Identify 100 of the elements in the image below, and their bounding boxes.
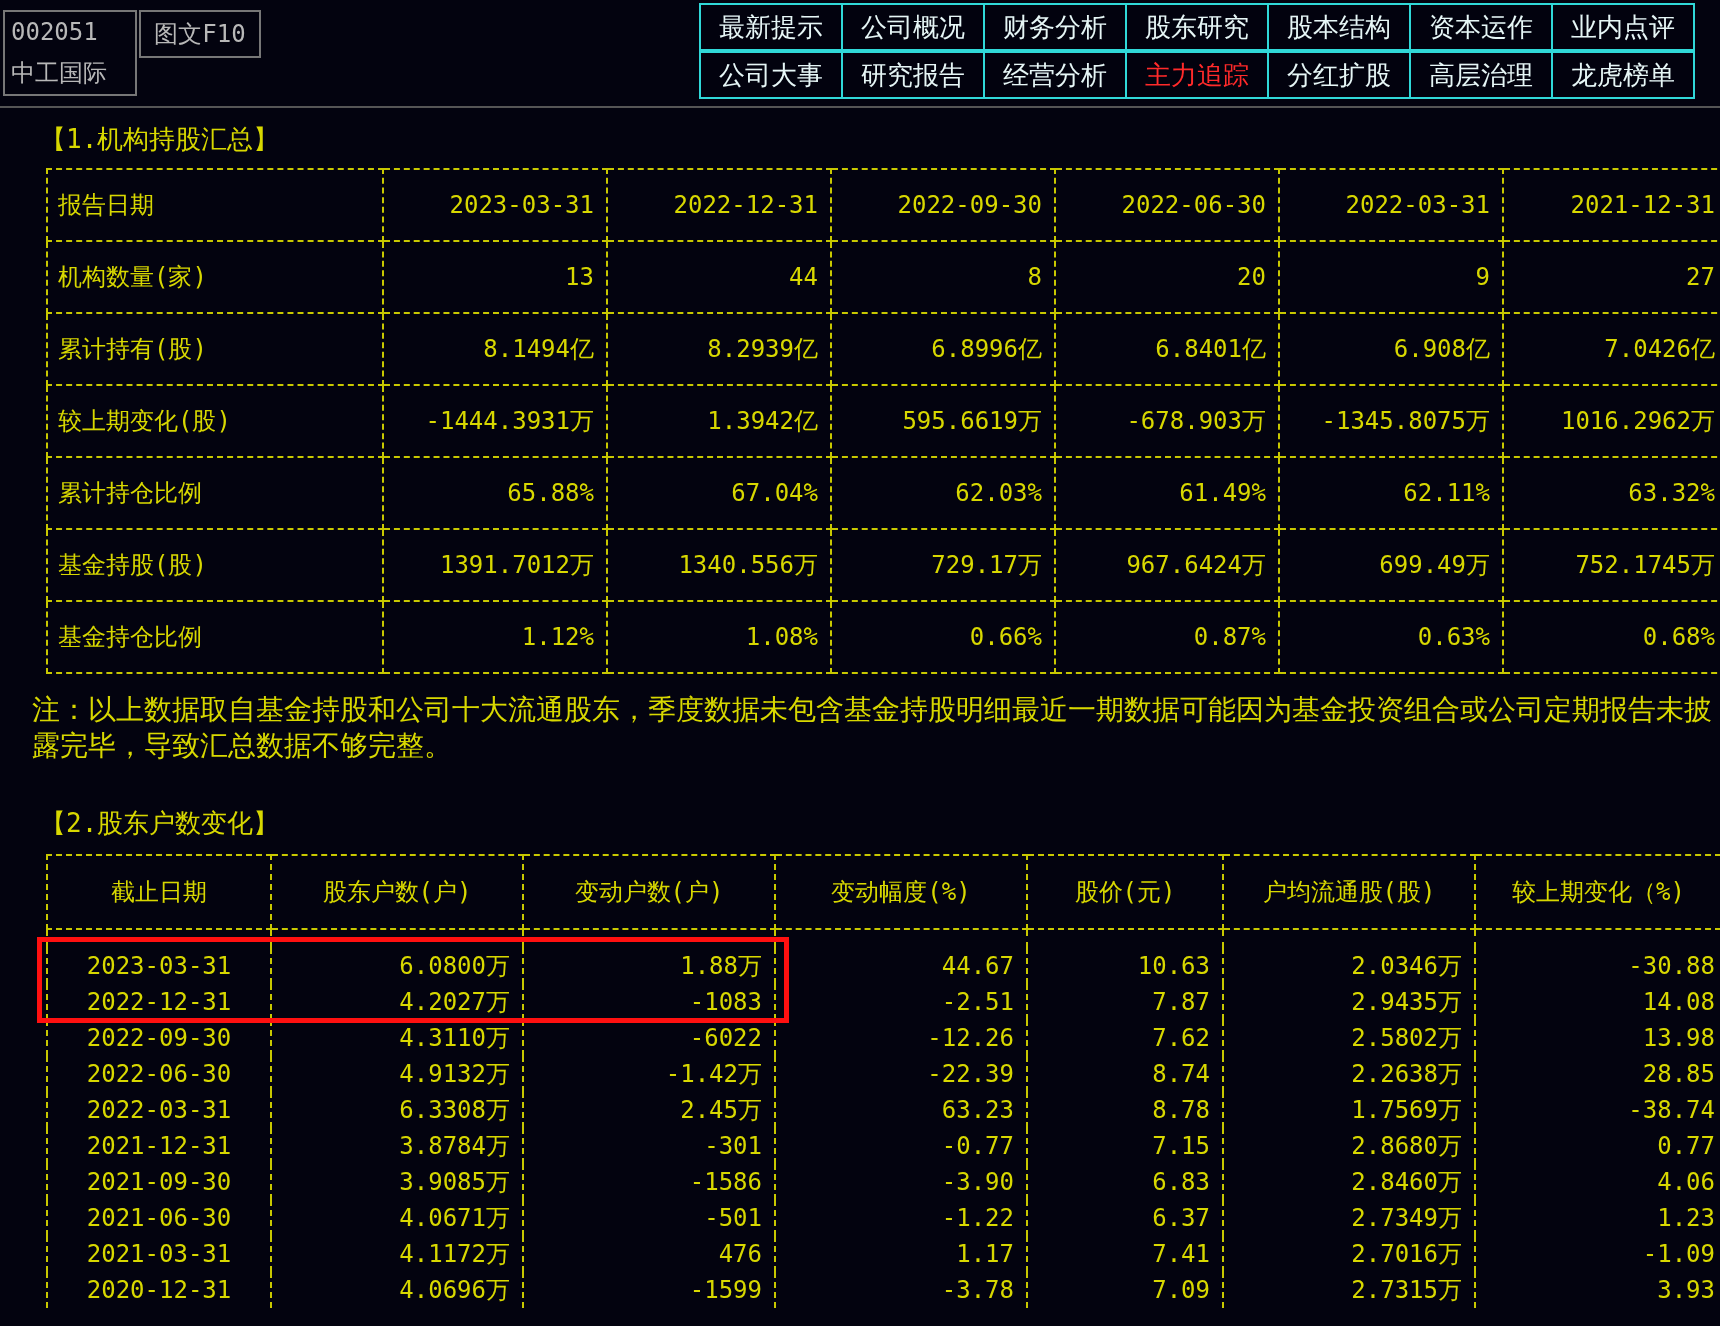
table-cell: 4.9132万: [271, 1056, 523, 1092]
table-cell: 1.08%: [607, 601, 831, 673]
nav-tab[interactable]: 分红扩股: [1267, 51, 1411, 99]
table-cell: 699.49万: [1279, 529, 1503, 601]
table-header-cell: 2021-12-31: [1503, 169, 1720, 241]
table-cell: 2021-03-31: [47, 1236, 271, 1272]
table-cell: 44.67: [775, 948, 1027, 984]
nav-tab[interactable]: 主力追踪: [1125, 51, 1269, 99]
table-cell: 3.8784万: [271, 1128, 523, 1164]
section-title: 【1.机构持股汇总】: [40, 124, 280, 154]
table-cell: -1599: [523, 1272, 775, 1308]
table-cell: -2.51: [775, 984, 1027, 1020]
table-header-cell: 2023-03-31: [383, 169, 607, 241]
table-cell: 9: [1279, 241, 1503, 313]
table-cell: 7.62: [1027, 1020, 1223, 1056]
column-header: 截止日期: [47, 855, 271, 929]
table-cell: 3.93: [1475, 1272, 1720, 1308]
table-cell: 2021-12-31: [47, 1128, 271, 1164]
note-text: 注：以上数据取自基金持股和公司十大流通股东，季度数据未包含基金持股明细最近一期数据可能因为基金投资组合或公司定期报告未披露完毕，导致汇总数据不够完整。: [32, 692, 1713, 764]
table-cell: 13: [383, 241, 607, 313]
nav-tab[interactable]: 资本运作: [1409, 3, 1553, 51]
table-cell: 0.77: [1475, 1128, 1720, 1164]
table-cell: 2.5802万: [1223, 1020, 1475, 1056]
table-cell: 967.6424万: [1055, 529, 1279, 601]
nav-tab[interactable]: 财务分析: [983, 3, 1127, 51]
table-cell: 65.88%: [383, 457, 607, 529]
nav-tab[interactable]: 龙虎榜单: [1551, 51, 1695, 99]
nav-tab[interactable]: 研究报告: [841, 51, 985, 99]
table-cell: 8.2939亿: [607, 313, 831, 385]
nav-tab[interactable]: 高层治理: [1409, 51, 1553, 99]
table-cell: 2.9435万: [1223, 984, 1475, 1020]
table-cell: -3.90: [775, 1164, 1027, 1200]
table-cell: 2022-09-30: [47, 1020, 271, 1056]
table-cell: 2022-12-31: [47, 984, 271, 1020]
nav-tab[interactable]: 公司概况: [841, 3, 985, 51]
table-cell: 4.2027万: [271, 984, 523, 1020]
column-header: 变动户数(户): [523, 855, 775, 929]
table-cell: 67.04%: [607, 457, 831, 529]
table-header-cell: 2022-03-31: [1279, 169, 1503, 241]
table-cell: 1340.556万: [607, 529, 831, 601]
stock-code: 002051: [11, 17, 99, 46]
table-cell: 8.74: [1027, 1056, 1223, 1092]
table-cell: 729.17万: [831, 529, 1055, 601]
table-cell: -6022: [523, 1020, 775, 1056]
table-cell: 8.1494亿: [383, 313, 607, 385]
table-cell: 1.23: [1475, 1200, 1720, 1236]
row-label: 机构数量(家): [47, 241, 383, 313]
table-header-cell: 2022-09-30: [831, 169, 1055, 241]
row-label: 累计持仓比例: [47, 457, 383, 529]
nav-tab[interactable]: 股东研究: [1125, 3, 1269, 51]
table-cell: 61.49%: [1055, 457, 1279, 529]
table-cell: 3.9085万: [271, 1164, 523, 1200]
table-cell: 7.87: [1027, 984, 1223, 1020]
table-cell: -1.22: [775, 1200, 1027, 1236]
nav-tab[interactable]: 最新提示: [699, 3, 843, 51]
table-cell: 0.87%: [1055, 601, 1279, 673]
table-cell: 0.66%: [831, 601, 1055, 673]
column-header: 股东户数(户): [271, 855, 523, 929]
nav-tab[interactable]: 公司大事: [699, 51, 843, 99]
nav-tab[interactable]: 业内点评: [1551, 3, 1695, 51]
row-label: 较上期变化(股): [47, 385, 383, 457]
column-header: 变动幅度(%): [775, 855, 1027, 929]
table-cell: 62.11%: [1279, 457, 1503, 529]
table-cell: 2020-12-31: [47, 1272, 271, 1308]
table-cell: 2.7315万: [1223, 1272, 1475, 1308]
table-cell: 4.3110万: [271, 1020, 523, 1056]
table-cell: 4.0671万: [271, 1200, 523, 1236]
table-cell: 6.0800万: [271, 948, 523, 984]
table-cell: 2021-06-30: [47, 1200, 271, 1236]
table-cell: -0.77: [775, 1128, 1027, 1164]
table-cell: -22.39: [775, 1056, 1027, 1092]
table-cell: -12.26: [775, 1020, 1027, 1056]
table-cell: 2022-06-30: [47, 1056, 271, 1092]
nav-tab[interactable]: 股本结构: [1267, 3, 1411, 51]
table-cell: -1.09: [1475, 1236, 1720, 1272]
column-header: 户均流通股(股): [1223, 855, 1475, 929]
table-cell: 6.8401亿: [1055, 313, 1279, 385]
table-cell: -301: [523, 1128, 775, 1164]
section-title: 【2.股东户数变化】: [40, 808, 280, 838]
table-cell: 476: [523, 1236, 775, 1272]
table-header-cell: 2022-12-31: [607, 169, 831, 241]
table-cell: 2.7016万: [1223, 1236, 1475, 1272]
table-header-cell: 报告日期: [47, 169, 383, 241]
table-cell: 63.23: [775, 1092, 1027, 1128]
nav-tab[interactable]: 经营分析: [983, 51, 1127, 99]
table-cell: -501: [523, 1200, 775, 1236]
table-cell: 4.06: [1475, 1164, 1720, 1200]
table-cell: 2.0346万: [1223, 948, 1475, 984]
table-cell: -678.903万: [1055, 385, 1279, 457]
table-cell: 8: [831, 241, 1055, 313]
table-cell: 4.1172万: [271, 1236, 523, 1272]
table-cell: 7.15: [1027, 1128, 1223, 1164]
table-cell: 6.83: [1027, 1164, 1223, 1200]
table-cell: 7.09: [1027, 1272, 1223, 1308]
row-label: 累计持有(股): [47, 313, 383, 385]
table-cell: 595.6619万: [831, 385, 1055, 457]
table-cell: 1.3942亿: [607, 385, 831, 457]
table-cell: 2.8680万: [1223, 1128, 1475, 1164]
table-cell: 1391.7012万: [383, 529, 607, 601]
view-button[interactable]: 图文F10: [139, 10, 261, 58]
